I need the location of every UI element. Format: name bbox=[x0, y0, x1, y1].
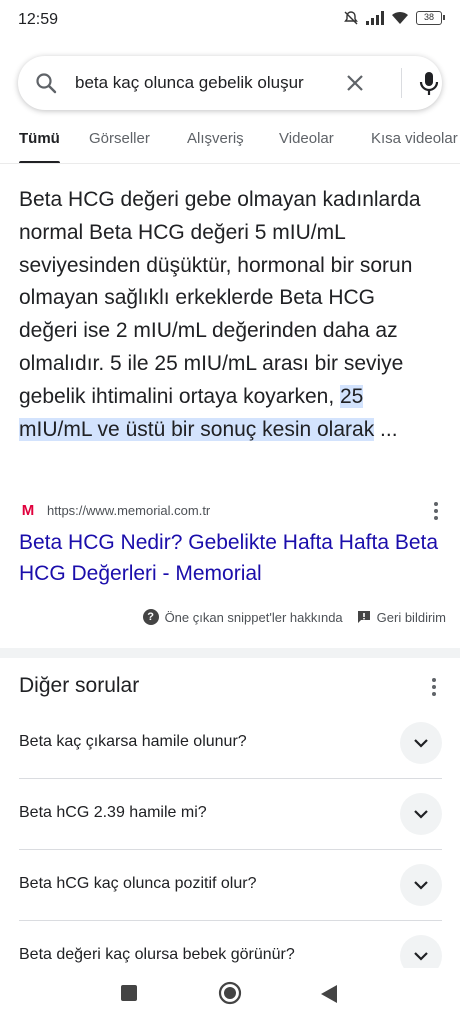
tab-images[interactable]: Görseller bbox=[89, 122, 150, 163]
help-icon: ? bbox=[142, 609, 159, 625]
navigation-bar bbox=[0, 968, 460, 1024]
search-bar[interactable] bbox=[18, 56, 442, 110]
recents-icon[interactable] bbox=[120, 984, 138, 1002]
feedback-icon bbox=[357, 611, 370, 623]
tab-all[interactable]: Tümü bbox=[19, 122, 60, 163]
battery-icon: 38 bbox=[416, 11, 445, 25]
search-input[interactable] bbox=[75, 56, 325, 110]
status-bar: 12:59 38 bbox=[0, 0, 460, 40]
feedback-link[interactable]: Geri bildirim bbox=[357, 610, 446, 625]
section-divider bbox=[0, 648, 460, 658]
wifi-icon bbox=[392, 11, 408, 24]
search-icon bbox=[36, 73, 57, 94]
search-tabs: Tümü Görseller Alışveriş Videolar Kısa v… bbox=[0, 122, 460, 164]
result-title-link[interactable]: Beta HCG Nedir? Gebelikte Hafta Hafta Be… bbox=[19, 527, 439, 589]
snippet-footer: ? Öne çıkan snippet'ler hakkında Geri bi… bbox=[142, 605, 460, 629]
more-options-icon[interactable] bbox=[432, 502, 440, 522]
related-question-text: Beta hCG kaç olunca pozitif olur? bbox=[19, 875, 257, 892]
related-question[interactable]: Beta hCG kaç olunca pozitif olur? bbox=[19, 850, 442, 921]
memorial-favicon-icon: M bbox=[21, 502, 35, 519]
close-icon[interactable] bbox=[343, 71, 367, 95]
related-question-text: Beta hCG 2.39 hamile mi? bbox=[19, 804, 207, 821]
tab-videos[interactable]: Videolar bbox=[279, 122, 334, 163]
related-question-text: Beta kaç çıkarsa hamile olunur? bbox=[19, 733, 247, 750]
back-icon[interactable] bbox=[320, 984, 338, 1004]
related-questions-title: Diğer sorular bbox=[19, 674, 140, 697]
snippet-source[interactable]: M https://www.memorial.com.tr bbox=[19, 500, 444, 522]
mute-icon bbox=[344, 11, 358, 25]
related-question[interactable]: Beta hCG 2.39 hamile mi? bbox=[19, 779, 442, 850]
status-icons: 38 bbox=[343, 10, 445, 26]
snippet-text-tail: ... bbox=[374, 417, 398, 441]
chevron-down-icon[interactable] bbox=[400, 722, 442, 764]
mic-icon[interactable] bbox=[416, 69, 442, 97]
about-snippets-label: Öne çıkan snippet'ler hakkında bbox=[164, 609, 343, 625]
feedback-label: Geri bildirim bbox=[376, 609, 446, 625]
related-question[interactable]: Beta kaç çıkarsa hamile olunur? bbox=[19, 708, 442, 779]
status-time: 12:59 bbox=[18, 11, 59, 28]
signal-icon bbox=[366, 11, 384, 25]
source-url[interactable]: https://www.memorial.com.tr bbox=[47, 503, 210, 518]
tab-short-videos[interactable]: Kısa videolar bbox=[371, 122, 458, 163]
chevron-down-icon[interactable] bbox=[400, 793, 442, 835]
featured-snippet-text: Beta HCG değeri gebe olmayan kadınlarda … bbox=[19, 184, 429, 446]
related-question-text: Beta değeri kaç olursa bebek görünür? bbox=[19, 946, 295, 963]
related-more-icon[interactable] bbox=[430, 678, 438, 698]
search-divider bbox=[401, 68, 402, 98]
home-icon[interactable] bbox=[218, 981, 242, 1005]
snippet-text-plain: Beta HCG değeri gebe olmayan kadınlarda … bbox=[19, 188, 421, 408]
about-snippets-link[interactable]: ? Öne çıkan snippet'ler hakkında bbox=[142, 609, 343, 625]
related-questions-list: Beta kaç çıkarsa hamile olunur? Beta hCG… bbox=[19, 708, 442, 992]
chevron-down-icon[interactable] bbox=[400, 864, 442, 906]
tab-shopping[interactable]: Alışveriş bbox=[187, 122, 244, 163]
